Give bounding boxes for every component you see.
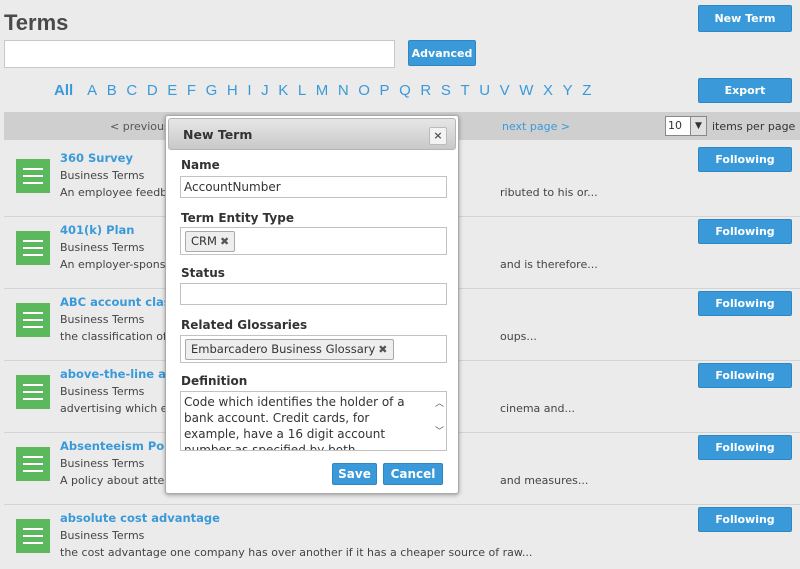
chevron-up-icon[interactable]: ︿	[435, 396, 444, 412]
status-label: Status	[181, 266, 225, 280]
alphabet-letter-link[interactable]: O	[358, 82, 370, 99]
alphabet-letter-link[interactable]: C	[126, 82, 137, 99]
alphabet-letter-link[interactable]: I	[247, 82, 251, 99]
close-icon[interactable]: ×	[429, 127, 447, 145]
following-button[interactable]: Following	[698, 291, 792, 316]
tag-label: Embarcadero Business Glossary	[191, 342, 376, 356]
page-title: Terms	[4, 10, 69, 35]
new-term-dialog: New Term × Name AccountNumber Term Entit…	[165, 115, 459, 494]
export-button[interactable]: Export	[698, 78, 792, 103]
cancel-button[interactable]: Cancel	[383, 463, 443, 485]
term-description-start: An employee feedba	[60, 186, 174, 199]
alphabet-letter-link[interactable]: Z	[582, 82, 591, 99]
search-input[interactable]	[4, 40, 395, 68]
status-field[interactable]	[180, 283, 447, 305]
term-description-end: cinema and...	[500, 402, 575, 415]
alphabet-letter-link[interactable]: U	[479, 82, 490, 99]
term-description-end: and is therefore...	[500, 258, 598, 271]
following-button[interactable]: Following	[698, 435, 792, 460]
alphabet-letter-link[interactable]: X	[543, 82, 553, 99]
glossaries-field[interactable]: Embarcadero Business Glossary ✖	[180, 335, 447, 363]
alphabet-letter-link[interactable]: F	[187, 82, 196, 99]
term-description-start: An employer-sponso	[60, 258, 173, 271]
remove-tag-icon[interactable]: ✖	[220, 235, 229, 248]
tag-chip: CRM ✖	[185, 231, 236, 252]
alphabet-letter-link[interactable]: G	[206, 82, 218, 99]
term-description-start: the classification of c	[60, 330, 177, 343]
list-icon	[16, 159, 50, 193]
new-term-button[interactable]: New Term	[698, 5, 792, 32]
remove-tag-icon[interactable]: ✖	[378, 343, 387, 356]
alphabet-letter-link[interactable]: W	[519, 82, 533, 99]
save-button[interactable]: Save	[332, 463, 377, 485]
alphabet-letter-link[interactable]: T	[460, 82, 469, 99]
name-field[interactable]: AccountNumber	[180, 176, 447, 198]
term-description-end: oups...	[500, 330, 537, 343]
alphabet-letter-link[interactable]: K	[278, 82, 288, 99]
term-description: the cost advantage one company has over …	[60, 546, 760, 559]
list-icon	[16, 231, 50, 265]
alphabet-letter-link[interactable]: V	[500, 82, 510, 99]
term-glossary: Business Terms	[60, 313, 145, 326]
list-icon	[16, 375, 50, 409]
term-title-link[interactable]: 360 Survey	[60, 151, 133, 165]
definition-label: Definition	[181, 374, 248, 388]
following-button[interactable]: Following	[698, 363, 792, 388]
list-icon	[16, 447, 50, 481]
term-title-link[interactable]: absolute cost advantage	[60, 511, 220, 525]
term-glossary: Business Terms	[60, 241, 145, 254]
items-per-page-label: items per page	[712, 120, 796, 133]
alphabet-letter-link[interactable]: N	[338, 82, 349, 99]
alphabet-letter-link[interactable]: R	[420, 82, 431, 99]
term-glossary: Business Terms	[60, 529, 145, 542]
definition-text: Code which identifies the holder of a ba…	[184, 395, 405, 451]
alphabet-letter-link[interactable]: P	[380, 82, 390, 99]
alphabet-letter-link[interactable]: L	[298, 82, 306, 99]
alphabet-filter: All A B C D E F G H I J K L M N O P Q R S T U V W X Y Z	[54, 82, 601, 99]
chevron-down-icon[interactable]: ﹀	[435, 424, 444, 440]
term-description-start: advertising which em	[60, 402, 179, 415]
following-button[interactable]: Following	[698, 507, 792, 532]
alphabet-letter-link[interactable]: A	[87, 82, 97, 99]
term-title-link[interactable]: 401(k) Plan	[60, 223, 135, 237]
name-label: Name	[181, 158, 220, 172]
tag-chip: Embarcadero Business Glossary ✖	[185, 339, 394, 360]
alphabet-letter-link[interactable]: Y	[563, 82, 573, 99]
alphabet-letter-link[interactable]: B	[107, 82, 117, 99]
alphabet-letter-link[interactable]: H	[227, 82, 238, 99]
tag-label: CRM	[191, 234, 217, 248]
entity-type-label: Term Entity Type	[181, 211, 294, 225]
list-item: absolute cost advantage Business Terms the…	[4, 507, 800, 569]
definition-field[interactable]: Code which identifies the holder of a ba…	[180, 391, 447, 451]
following-button[interactable]: Following	[698, 147, 792, 172]
alphabet-letter-link[interactable]: Q	[399, 82, 411, 99]
term-glossary: Business Terms	[60, 169, 145, 182]
chevron-down-icon: ▼	[690, 117, 706, 135]
list-icon	[16, 303, 50, 337]
list-icon	[16, 519, 50, 553]
dialog-title: New Term	[183, 127, 253, 142]
next-page-link[interactable]: next page >	[502, 120, 570, 133]
term-description-end: and measures...	[500, 474, 589, 487]
alphabet-letter-link[interactable]: E	[167, 82, 177, 99]
previous-page-link[interactable]: < previous	[110, 120, 170, 133]
term-description-start: the cost advantage one company has over …	[60, 546, 533, 559]
scrollbar[interactable]: ︿ ﹀	[432, 392, 446, 450]
term-glossary: Business Terms	[60, 385, 145, 398]
term-description-end: ributed to his or...	[500, 186, 598, 199]
dialog-header: New Term ×	[168, 118, 456, 150]
advanced-search-button[interactable]: Advanced	[408, 40, 476, 66]
following-button[interactable]: Following	[698, 219, 792, 244]
alphabet-letter-link[interactable]: S	[441, 82, 451, 99]
entity-type-field[interactable]: CRM ✖	[180, 227, 447, 255]
term-description-start: A policy about attend	[60, 474, 179, 487]
alphabet-letter-link[interactable]: D	[147, 82, 158, 99]
alphabet-letter-link[interactable]: J	[261, 82, 269, 99]
glossaries-label: Related Glossaries	[181, 318, 308, 332]
alphabet-all-link[interactable]: All	[54, 82, 73, 99]
items-per-page-value: 10	[668, 119, 682, 132]
items-per-page-select[interactable]: 10 ▼	[665, 116, 707, 136]
term-glossary: Business Terms	[60, 457, 145, 470]
alphabet-letter-link[interactable]: M	[316, 82, 329, 99]
